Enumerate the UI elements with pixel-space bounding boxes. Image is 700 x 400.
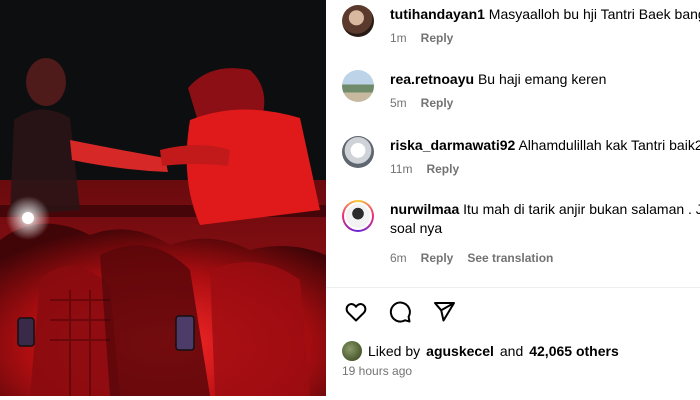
comment-time[interactable]: 6m [390, 250, 407, 266]
comment-text: Itu mah di tarik anjir bukan salaman . J… [463, 201, 700, 217]
send-icon[interactable] [430, 298, 458, 326]
comment-text-line: tutihandayan1 Masyaalloh bu hji Tantri B… [390, 5, 700, 24]
avatar[interactable] [342, 200, 374, 232]
likes-user[interactable]: aguskecel [426, 341, 494, 361]
avatar[interactable] [342, 70, 374, 102]
post-timestamp[interactable]: 19 hours ago [342, 364, 412, 378]
comment-text: Bu haji emang keren [477, 71, 607, 87]
actions-divider [326, 287, 700, 288]
post-actions [342, 298, 458, 326]
reply-button[interactable]: Reply [421, 30, 454, 46]
comment-meta: 11m Reply [390, 161, 700, 177]
likes-summary: Liked by aguskecel and 42,065 others [342, 341, 619, 361]
reply-button[interactable]: Reply [421, 250, 454, 266]
concert-photo-illustration [0, 0, 326, 396]
heart-icon[interactable] [342, 298, 370, 326]
comment-username[interactable]: riska_darmawati92 [390, 137, 515, 153]
avatar[interactable] [342, 341, 362, 361]
post-media-photo[interactable] [0, 0, 326, 396]
comment-text-line: riska_darmawati92 Alhamdulillah kak Tant… [390, 136, 700, 155]
avatar[interactable] [342, 136, 374, 168]
likes-and: and [499, 343, 524, 359]
likes-prefix: Liked by [368, 343, 421, 359]
likes-count[interactable]: 42,065 others [529, 341, 619, 361]
avatar[interactable] [342, 5, 374, 37]
comment-text: Masyaalloh bu hji Tantri Baek bange [488, 6, 700, 22]
comment-meta: 1m Reply [390, 30, 700, 46]
comment-username[interactable]: rea.retnoayu [390, 71, 474, 87]
comment-text-line: nurwilmaa Itu mah di tarik anjir bukan s… [390, 200, 700, 219]
comment-time[interactable]: 1m [390, 30, 407, 46]
see-translation-button[interactable]: See translation [467, 250, 553, 266]
comment-text: Alhamdulillah kak Tantri baik2 [518, 137, 700, 153]
comments-pane[interactable]: tutihandayan1 Masyaalloh bu hji Tantri B… [326, 0, 700, 400]
reply-button[interactable]: Reply [421, 95, 454, 111]
reply-button[interactable]: Reply [426, 161, 459, 177]
comment-time[interactable]: 11m [390, 161, 412, 177]
comment-username[interactable]: tutihandayan1 [390, 6, 485, 22]
comment-text-continuation: soal nya [390, 220, 443, 236]
comment-time[interactable]: 5m [390, 95, 407, 111]
comment-meta: 6m Reply See translation [390, 250, 700, 266]
comment-meta: 5m Reply [390, 95, 700, 111]
comment-bubble-icon[interactable] [386, 298, 414, 326]
comment-text-line: rea.retnoayu Bu haji emang keren [390, 70, 700, 89]
comment-username[interactable]: nurwilmaa [390, 201, 459, 217]
